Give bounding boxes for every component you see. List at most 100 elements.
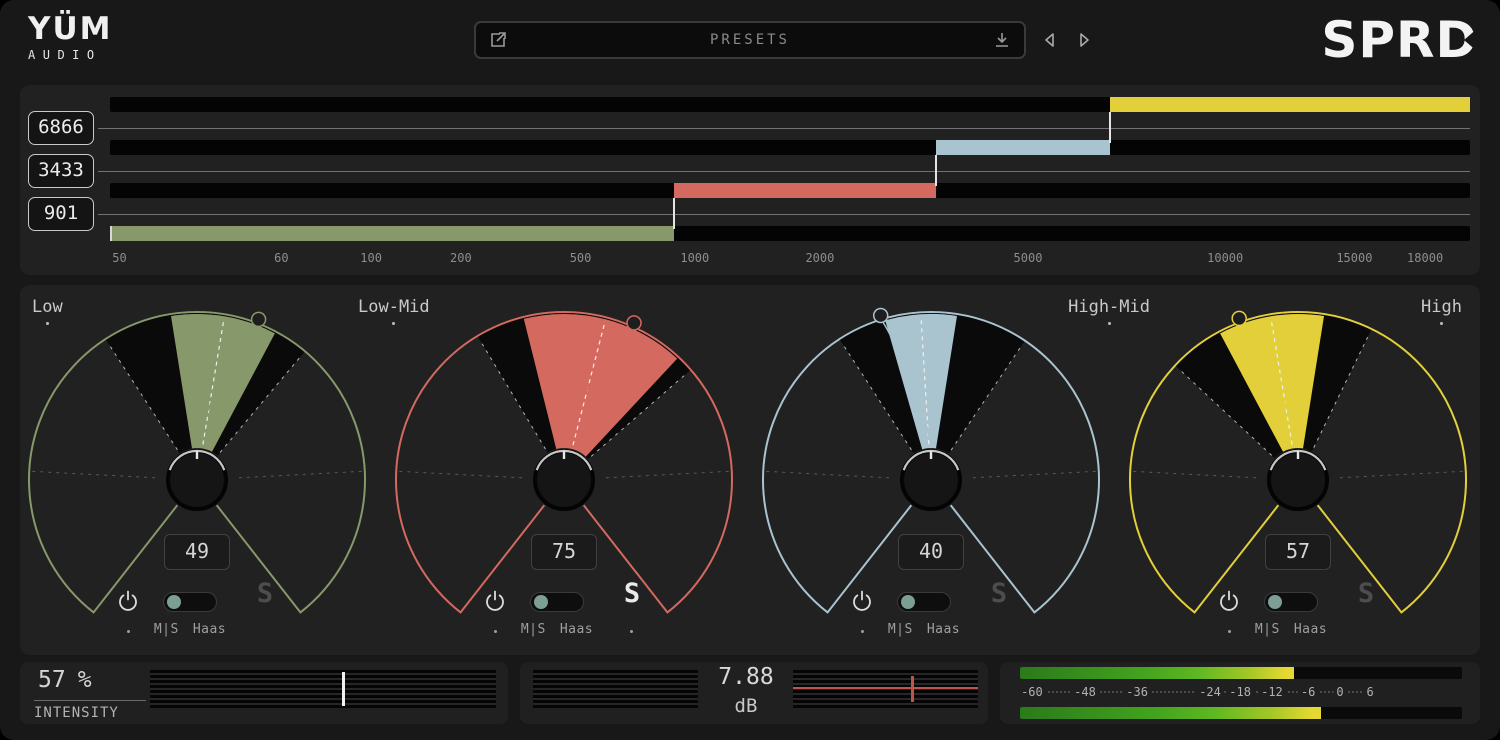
brand-logo: YÜM AUDIO bbox=[28, 11, 112, 62]
preset-selector[interactable]: PRESETS bbox=[474, 21, 1026, 59]
band-segment-high-mid[interactable] bbox=[936, 140, 1110, 155]
spread-value-low[interactable]: 49 bbox=[164, 534, 230, 570]
preset-area: PRESETS bbox=[474, 21, 1094, 59]
ms-haas-toggle-high-mid[interactable] bbox=[897, 592, 951, 612]
solo-button-low[interactable]: S bbox=[247, 578, 283, 609]
meter-scale-label: -12 bbox=[1258, 685, 1286, 699]
toggle-knob bbox=[901, 595, 915, 609]
crossover-freq-value[interactable]: 3433 bbox=[28, 154, 94, 188]
meter-bar-bottom bbox=[1020, 707, 1462, 719]
band-segment-low-mid[interactable] bbox=[674, 183, 935, 198]
spread-value-high[interactable]: 57 bbox=[1265, 534, 1331, 570]
freq-tick-label: 500 bbox=[570, 251, 592, 265]
meter-scale-label: -24 bbox=[1196, 685, 1224, 699]
preset-prev-button[interactable] bbox=[1040, 30, 1060, 50]
save-preset-icon[interactable] bbox=[992, 30, 1012, 50]
width-value[interactable]: 7.88 bbox=[698, 664, 794, 690]
crossover-handle[interactable] bbox=[673, 198, 675, 229]
crossover-freq-value[interactable]: 901 bbox=[28, 197, 94, 231]
dial-arm-handle[interactable] bbox=[252, 312, 266, 326]
power-button-high-mid[interactable] bbox=[851, 590, 873, 613]
spread-value-high-mid[interactable]: 40 bbox=[898, 534, 964, 570]
meter-scale-label: -18 bbox=[1226, 685, 1254, 699]
ms-haas-toggle-high[interactable] bbox=[1264, 592, 1318, 612]
spectrum-track: 5060100200500100020005000100001500018000 bbox=[110, 85, 1470, 275]
dial-arm-handle[interactable] bbox=[874, 309, 888, 323]
intensity-divider bbox=[34, 700, 146, 701]
crossover-handle[interactable] bbox=[1109, 112, 1111, 143]
band-row-high bbox=[110, 97, 1470, 112]
intensity-handle[interactable] bbox=[342, 672, 345, 706]
freq-tick-label: 200 bbox=[450, 251, 472, 265]
top-bar: YÜM AUDIO PRESETS SPRD bbox=[0, 0, 1500, 85]
plugin-logo: SPRD bbox=[1321, 8, 1478, 72]
brand-sub: AUDIO bbox=[28, 48, 112, 62]
meter-scale-label: 0 bbox=[1333, 685, 1346, 699]
band-row-low-mid bbox=[110, 183, 1470, 198]
freq-tick-label: 1000 bbox=[680, 251, 709, 265]
brand-name: YÜM bbox=[28, 11, 112, 47]
solo-button-low-mid[interactable]: S bbox=[614, 578, 650, 609]
band-start-tick bbox=[110, 226, 112, 241]
ms-haas-toggle-low-mid[interactable] bbox=[530, 592, 584, 612]
intensity-unit: % bbox=[78, 667, 92, 693]
meter-scale: -60-48-36-24-18-12-606 bbox=[1020, 681, 1462, 705]
meter-bar-top bbox=[1020, 667, 1462, 679]
width-panel: 7.88 dB bbox=[520, 662, 988, 724]
power-button-low[interactable] bbox=[117, 590, 139, 613]
freq-tick-label: 15000 bbox=[1336, 251, 1372, 265]
ms-haas-toggle-low[interactable] bbox=[163, 592, 217, 612]
solo-button-high[interactable]: S bbox=[1348, 578, 1384, 609]
freq-tick-label: 10000 bbox=[1207, 251, 1243, 265]
toggle-knob bbox=[534, 595, 548, 609]
spread-dial-low-mid[interactable] bbox=[379, 308, 749, 638]
preset-next-button[interactable] bbox=[1074, 30, 1094, 50]
crossover-handle[interactable] bbox=[935, 155, 937, 186]
dial-arm-handle[interactable] bbox=[627, 316, 641, 330]
preset-name-label[interactable]: PRESETS bbox=[508, 32, 992, 48]
width-zero-line bbox=[793, 687, 978, 689]
meter-scale-label: -48 bbox=[1071, 685, 1099, 699]
power-button-low-mid[interactable] bbox=[484, 590, 506, 613]
intensity-slider[interactable] bbox=[150, 670, 496, 708]
toggle-labels: M|SHaas bbox=[105, 622, 275, 637]
toggle-labels: M|SHaas bbox=[839, 622, 1009, 637]
width-slider-left[interactable] bbox=[533, 670, 698, 708]
width-unit: dB bbox=[698, 695, 794, 717]
intensity-panel: 57% INTENSITY bbox=[20, 662, 508, 724]
meter-scale-label: -60 bbox=[1018, 685, 1046, 699]
meter-panel: -60-48-36-24-18-12-606 bbox=[1000, 662, 1480, 724]
crossover-freq-value[interactable]: 6866 bbox=[28, 111, 94, 145]
freq-tick-label: 100 bbox=[360, 251, 382, 265]
freq-tick-label: 50 bbox=[112, 251, 126, 265]
spread-value-low-mid[interactable]: 75 bbox=[531, 534, 597, 570]
freq-tick-label: 60 bbox=[274, 251, 288, 265]
meter-scale-label: -6 bbox=[1298, 685, 1318, 699]
intensity-number[interactable]: 57 bbox=[38, 667, 66, 693]
band-row-high-mid bbox=[110, 140, 1470, 155]
band-segment-high[interactable] bbox=[1110, 97, 1470, 112]
solo-led bbox=[630, 630, 633, 633]
freq-tick-label: 5000 bbox=[1014, 251, 1043, 265]
toggle-knob bbox=[1268, 595, 1282, 609]
dial-arm-handle[interactable] bbox=[1232, 311, 1246, 325]
dials-panel: Low49M|SHaasSLow-Mid75M|SHaasSHigh-Mid40… bbox=[20, 285, 1480, 655]
freq-tick-label: 18000 bbox=[1407, 251, 1443, 265]
band-segment-low[interactable] bbox=[110, 226, 674, 241]
spread-dial-high[interactable] bbox=[1113, 308, 1483, 638]
width-slider-right[interactable] bbox=[793, 670, 978, 708]
band-row-low bbox=[110, 226, 1470, 241]
footer-bar: 57% INTENSITY 7.88 dB -60-48-36-24-18-12… bbox=[20, 662, 1480, 724]
plugin-window: YÜM AUDIO PRESETS SPRD 506010020050010 bbox=[0, 0, 1500, 740]
intensity-label: INTENSITY bbox=[34, 705, 119, 721]
toggle-knob bbox=[167, 595, 181, 609]
spectrum-panel: 5060100200500100020005000100001500018000… bbox=[20, 85, 1480, 275]
power-button-high[interactable] bbox=[1218, 590, 1240, 613]
meter-fill-top bbox=[1020, 667, 1294, 679]
spread-dial-high-mid[interactable] bbox=[746, 308, 1116, 638]
export-preset-icon[interactable] bbox=[488, 30, 508, 50]
spread-dial-low[interactable] bbox=[12, 308, 382, 638]
solo-button-high-mid[interactable]: S bbox=[981, 578, 1017, 609]
width-handle[interactable] bbox=[911, 676, 914, 702]
intensity-value[interactable]: 57% bbox=[38, 667, 92, 693]
